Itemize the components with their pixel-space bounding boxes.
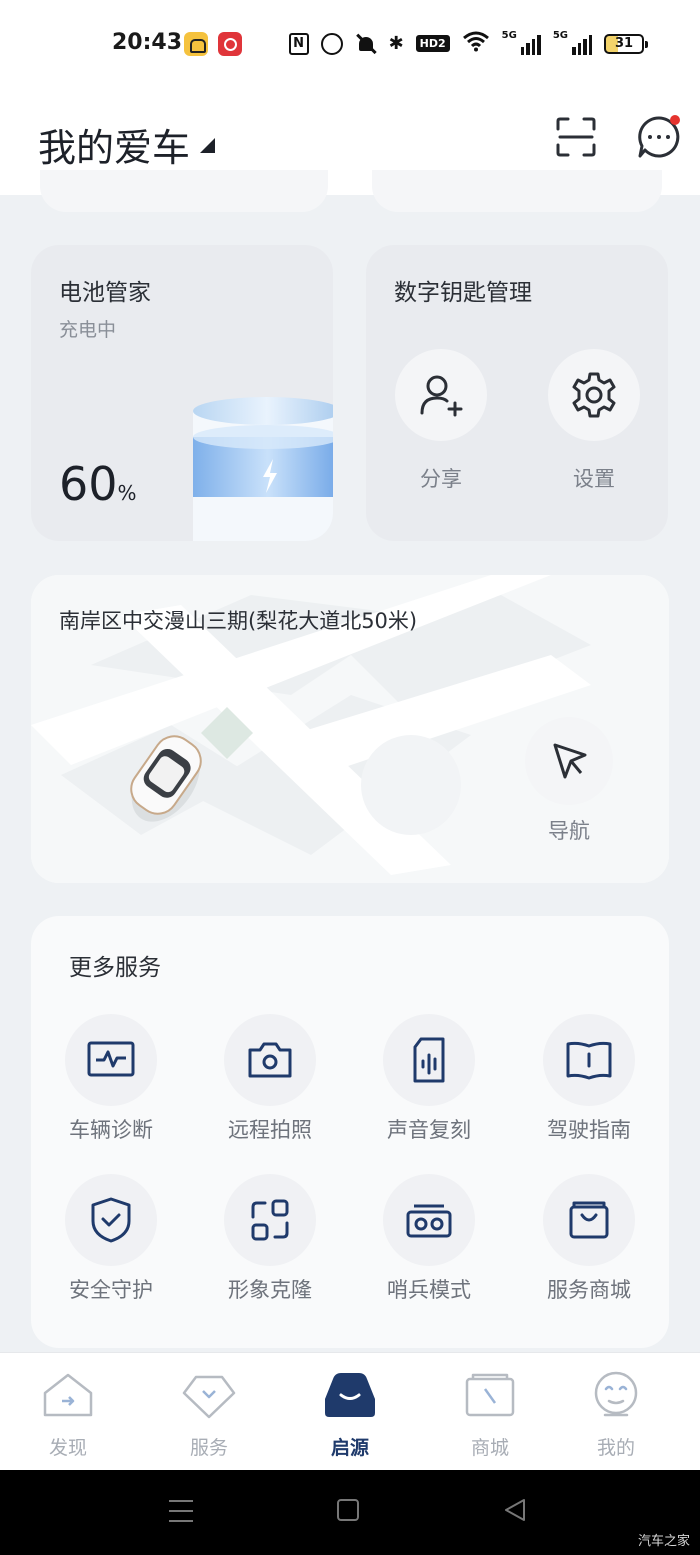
car-icon [325, 1373, 375, 1417]
nfc-icon: N [288, 32, 309, 55]
service-label: 安全守护 [69, 1278, 153, 1302]
mute-icon [355, 33, 377, 55]
status-icons: N ✱ HD2 5G 5G 31 [288, 30, 648, 57]
service-sentry-mode[interactable]: 哨兵模式 [359, 1174, 499, 1304]
service-image-clone[interactable]: 形象克隆 [200, 1174, 340, 1304]
battery-unit: % [117, 481, 137, 505]
mall-icon [465, 1373, 515, 1417]
app-notification-icon [184, 32, 208, 56]
camera-icon [248, 1042, 292, 1078]
tab-discover[interactable]: 发现 [18, 1371, 118, 1460]
service-label: 驾驶指南 [547, 1118, 631, 1142]
navigation-arrow-icon [553, 743, 587, 779]
add-user-icon [420, 375, 463, 417]
service-security-guard[interactable]: 安全守护 [41, 1174, 181, 1304]
network-type-label: 5G [552, 30, 568, 41]
shield-icon [91, 1197, 131, 1243]
home-button-icon[interactable] [337, 1499, 359, 1521]
battery-manager-card[interactable]: 电池管家 充电中 60% [31, 245, 333, 541]
service-vehicle-diagnosis[interactable]: 车辆诊断 [41, 1014, 181, 1144]
home-icon [43, 1373, 93, 1417]
service-shop[interactable]: 服务商城 [519, 1174, 659, 1304]
hd-voice-badge: HD2 [415, 35, 450, 52]
profile-icon [594, 1371, 638, 1417]
vehicle-location-card[interactable]: 南岸区中交漫山三期(梨花大道北50米) 导航 [31, 575, 669, 883]
tab-label: 启源 [330, 1437, 369, 1459]
service-remote-photo[interactable]: 远程拍照 [200, 1014, 340, 1144]
share-key-label[interactable]: 分享 [391, 463, 491, 493]
gear-icon [572, 372, 616, 418]
battery-illustration [191, 397, 333, 541]
page-title[interactable]: 我的爱车 [38, 117, 190, 172]
sentry-icon [406, 1204, 452, 1238]
tab-label: 服务 [189, 1437, 228, 1459]
battery-percent: 60 [59, 457, 118, 511]
tab-label: 发现 [48, 1437, 87, 1459]
recent-apps-icon[interactable] [169, 1500, 193, 1522]
watermark: 汽车之家 [637, 1534, 690, 1549]
tab-label: 我的 [596, 1437, 635, 1459]
key-card-title: 数字钥匙管理 [394, 280, 532, 306]
service-icon [182, 1375, 236, 1419]
key-settings-label[interactable]: 设置 [544, 463, 644, 493]
signal-icon [520, 33, 541, 55]
scrolled-card-right [372, 170, 662, 212]
tab-mall[interactable]: 商城 [440, 1371, 540, 1460]
alarm-icon [320, 32, 343, 55]
unread-dot [670, 115, 680, 125]
navigate-label[interactable]: 导航 [519, 815, 619, 845]
back-icon[interactable] [504, 1498, 526, 1522]
more-services-title: 更多服务 [69, 955, 161, 981]
digital-key-card: 数字钥匙管理 分享 设置 [366, 245, 668, 541]
key-settings-button[interactable] [548, 349, 640, 441]
share-key-button[interactable] [395, 349, 487, 441]
service-label: 声音复刻 [387, 1118, 471, 1142]
tab-service[interactable]: 服务 [159, 1371, 259, 1460]
status-bar: 20:43 N ✱ HD2 5G 5G 31 [0, 0, 700, 90]
charging-status: 充电中 [59, 319, 117, 341]
battery-card-title: 电池管家 [59, 280, 151, 306]
status-time: 20:43 [112, 30, 183, 55]
voice-icon [413, 1037, 445, 1083]
battery-indicator: 31 [604, 33, 648, 54]
system-navigation-bar [0, 1470, 700, 1555]
scrolled-card-left [40, 170, 328, 212]
tab-qiyuan[interactable]: 启源 [300, 1371, 400, 1460]
clone-icon [251, 1199, 289, 1241]
service-label: 形象克隆 [228, 1278, 312, 1302]
vehicle-switch-caret-icon[interactable] [200, 138, 215, 153]
navigate-button[interactable] [525, 717, 613, 805]
service-label: 哨兵模式 [387, 1278, 471, 1302]
music-app-icon [218, 32, 242, 56]
more-services-card: 更多服务 车辆诊断 远程拍照 声音复刻 驾驶指南 安全守护 形象克隆 哨兵模式 … [31, 916, 669, 1348]
service-voice-clone[interactable]: 声音复刻 [359, 1014, 499, 1144]
vehicle-address: 南岸区中交漫山三期(梨花大道北50米) [59, 609, 418, 633]
network-type-label: 5G [501, 30, 517, 41]
signal-icon [572, 33, 592, 55]
service-label: 车辆诊断 [69, 1118, 153, 1142]
bottom-tab-bar: 发现 服务 启源 商城 我的 [0, 1352, 700, 1470]
diagnosis-icon [87, 1041, 135, 1077]
guide-book-icon [566, 1041, 612, 1080]
service-label: 服务商城 [547, 1278, 631, 1302]
scan-icon[interactable] [554, 115, 598, 159]
tab-profile[interactable]: 我的 [566, 1371, 666, 1460]
service-label: 远程拍照 [228, 1118, 312, 1142]
battery-level: 60% [59, 457, 137, 511]
wifi-icon [462, 30, 490, 57]
shop-bag-icon [569, 1201, 609, 1239]
tab-label: 商城 [470, 1437, 509, 1459]
bluetooth-icon: ✱ [388, 33, 404, 54]
service-driving-guide[interactable]: 驾驶指南 [519, 1014, 659, 1144]
